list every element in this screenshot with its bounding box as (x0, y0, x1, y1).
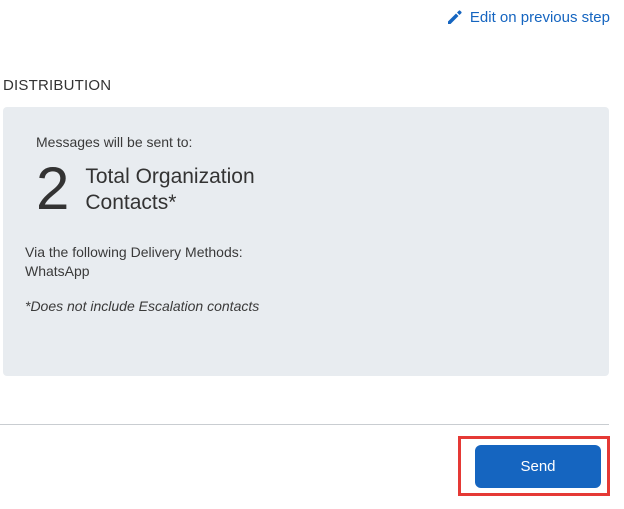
delivery-method-value: WhatsApp (25, 263, 90, 279)
escalation-footnote: *Does not include Escalation contacts (25, 298, 260, 314)
distribution-summary-card: Messages will be sent to: 2 Total Organi… (3, 107, 609, 376)
edit-link-label: Edit on previous step (469, 8, 610, 26)
edit-on-previous-step-link[interactable]: Edit on previous step (446, 8, 610, 26)
distribution-heading: DISTRIBUTION (3, 77, 112, 94)
send-button[interactable]: Send (475, 445, 601, 488)
footer-divider (0, 424, 609, 425)
delivery-methods-intro: Via the following Delivery Methods: (25, 244, 243, 260)
pencil-icon (446, 8, 464, 26)
